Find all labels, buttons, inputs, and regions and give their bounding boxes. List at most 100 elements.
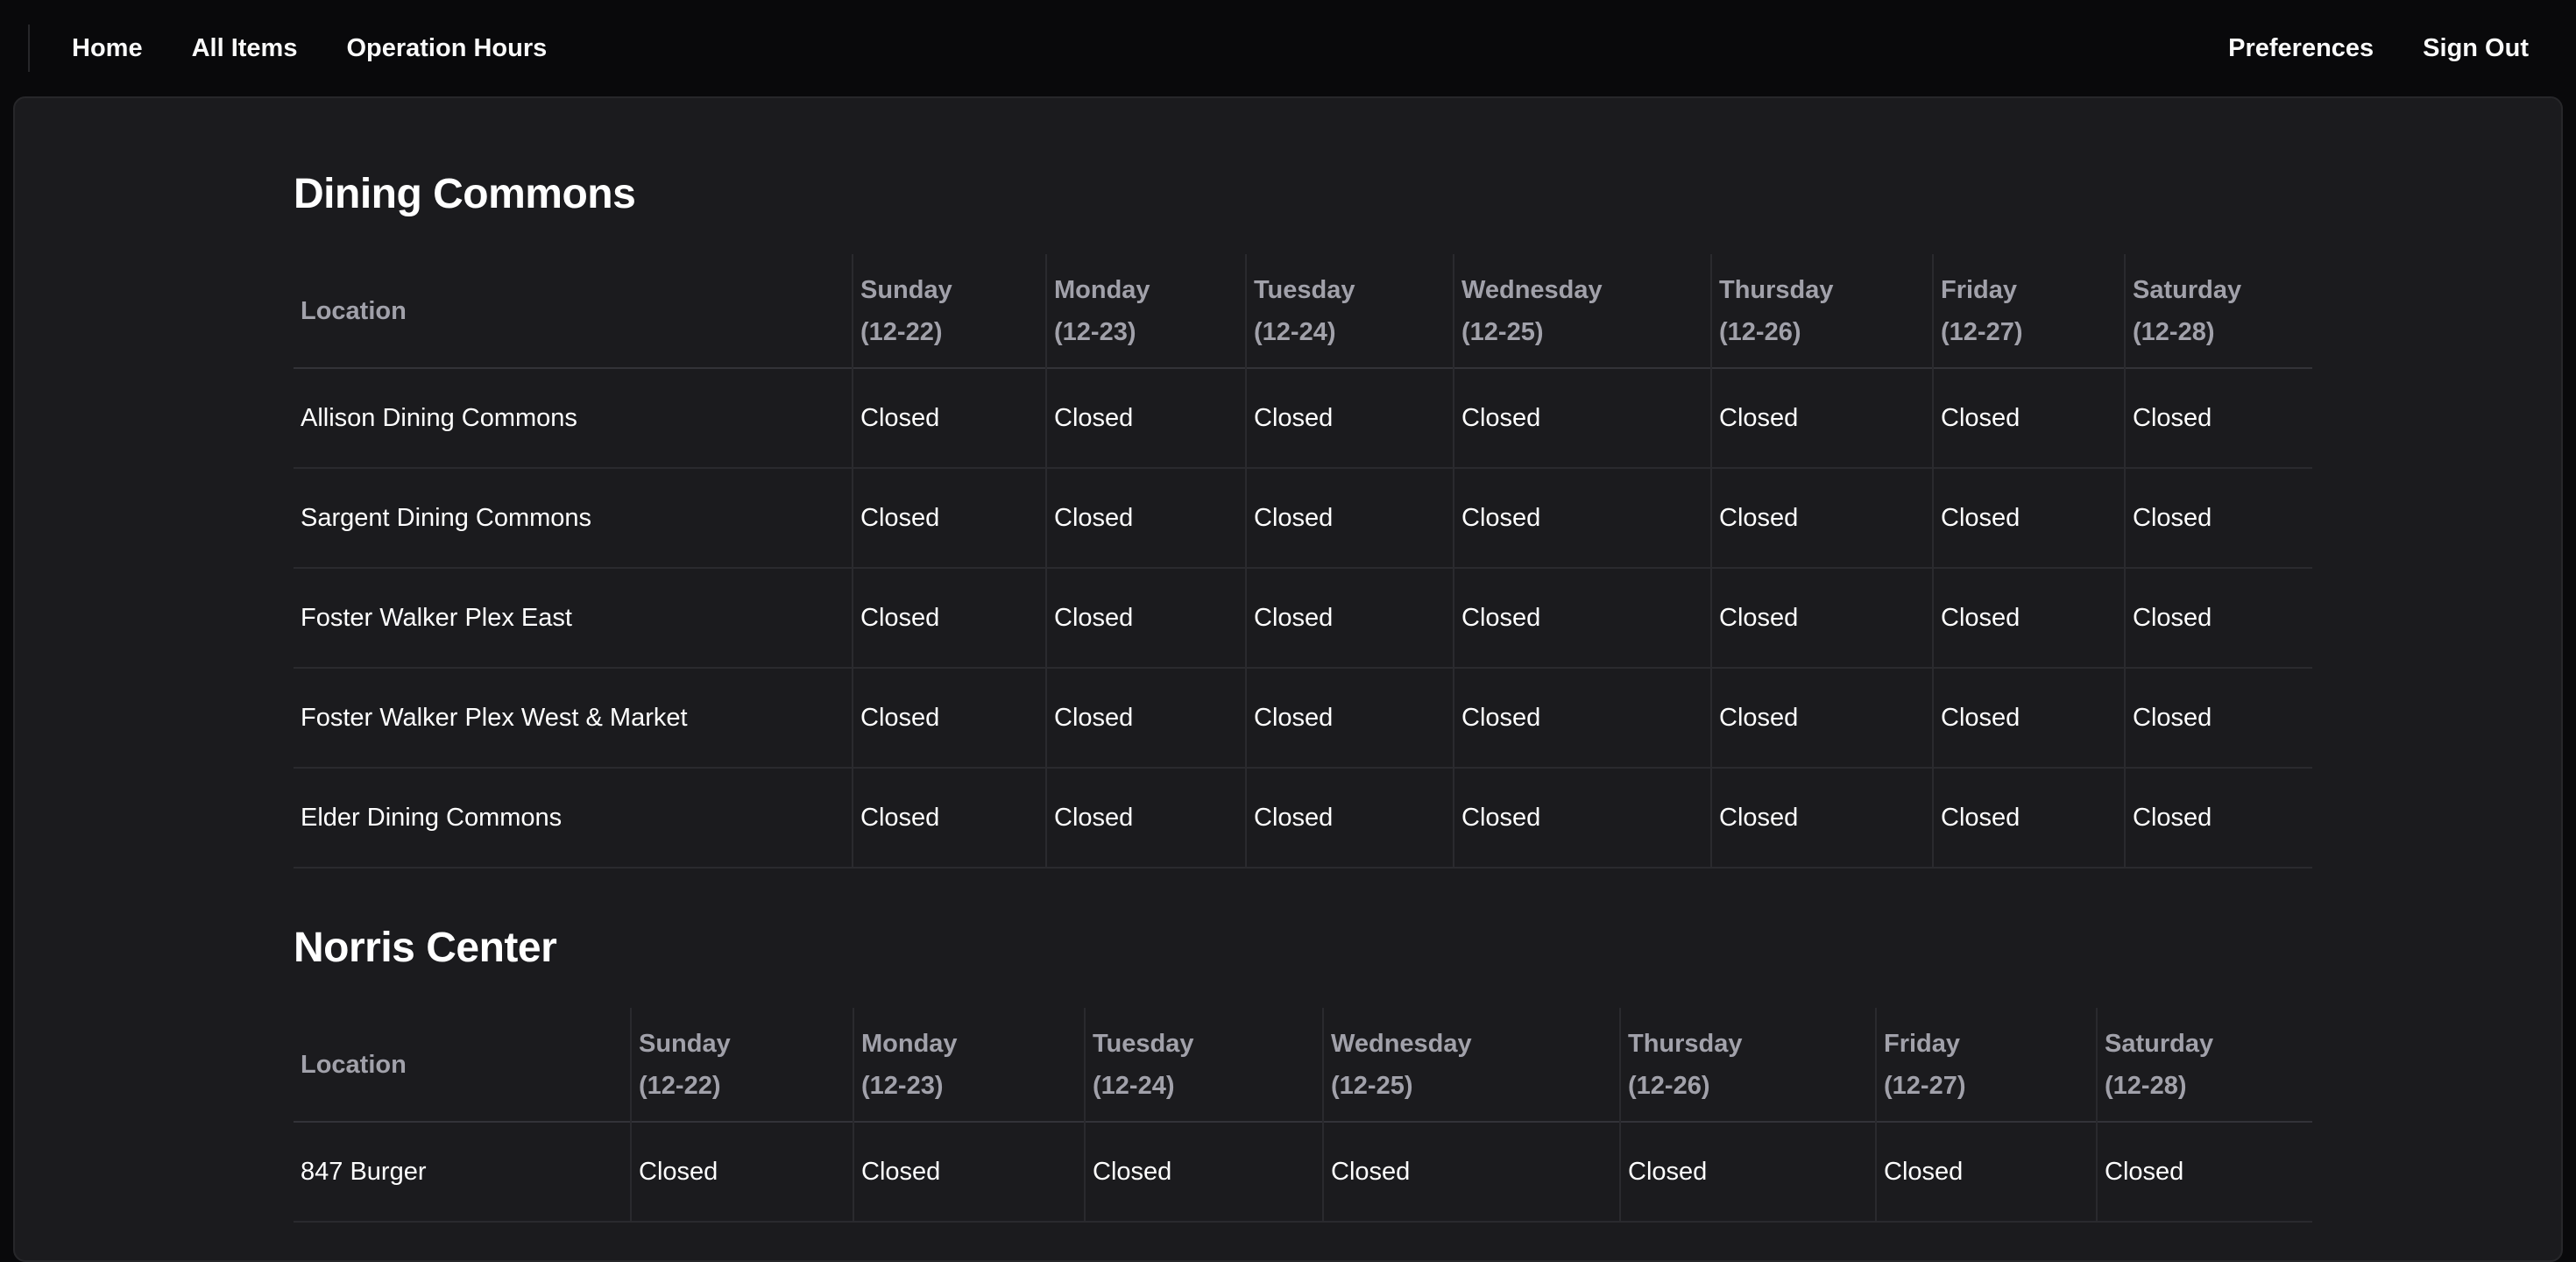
header-date: (12-22) bbox=[860, 317, 943, 346]
header-day: Monday bbox=[1054, 275, 1150, 304]
hours-cell: Closed bbox=[1245, 468, 1454, 568]
nav-right-group: Preferences Sign Out bbox=[2228, 0, 2529, 96]
header-day: Sunday bbox=[639, 1029, 731, 1058]
hours-cell: Closed bbox=[1453, 668, 1711, 768]
header-day: Saturday bbox=[2133, 275, 2242, 304]
header-date: (12-23) bbox=[1054, 317, 1136, 346]
header-date: (12-26) bbox=[1719, 317, 1801, 346]
hours-cell: Closed bbox=[1045, 768, 1246, 868]
hours-cell: Closed bbox=[1619, 1122, 1876, 1222]
column-header-thursday: Thursday (12-26) bbox=[1710, 254, 1933, 368]
table-row: Sargent Dining Commons Closed Closed Clo… bbox=[294, 468, 2312, 568]
section-title: Dining Commons bbox=[294, 171, 636, 217]
hours-cell: Closed bbox=[2124, 568, 2312, 668]
location-cell: Foster Walker Plex East bbox=[301, 603, 572, 632]
hours-cell: Closed bbox=[1875, 1122, 2097, 1222]
header-day: Sunday bbox=[860, 275, 952, 304]
table-header-row: Location Sunday (12-22) Monday (12-23) Tue… bbox=[294, 1008, 2312, 1122]
hours-cell: Closed bbox=[2124, 768, 2312, 868]
header-day: Wednesday bbox=[1331, 1029, 1472, 1058]
nav-divider bbox=[28, 25, 30, 72]
column-header-friday: Friday (12-27) bbox=[1932, 254, 2125, 368]
hours-cell: Closed bbox=[1932, 368, 2125, 468]
hours-cell: Closed bbox=[1453, 768, 1711, 868]
column-header-thursday: Thursday (12-26) bbox=[1619, 1008, 1876, 1122]
location-cell: 847 Burger bbox=[301, 1157, 427, 1186]
hours-cell: Closed bbox=[1710, 368, 1933, 468]
nav-preferences-link[interactable]: Preferences bbox=[2228, 34, 2374, 63]
section-dining-commons: Dining Commons Location Sunday (12-22) Mo… bbox=[294, 168, 2312, 869]
header-date: (12-23) bbox=[861, 1071, 944, 1100]
nav-left-group: Home All Items Operation Hours bbox=[72, 0, 547, 96]
nav-home-link[interactable]: Home bbox=[72, 34, 143, 63]
table-header-row: Location Sunday (12-22) Monday (12-23) Tue… bbox=[294, 254, 2312, 368]
hours-cell: Closed bbox=[1045, 368, 1246, 468]
header-date: (12-22) bbox=[639, 1071, 721, 1100]
location-cell: Sargent Dining Commons bbox=[301, 503, 592, 532]
nav-all-items-link[interactable]: All Items bbox=[192, 34, 298, 63]
hours-cell: Closed bbox=[852, 668, 1046, 768]
hours-table: Location Sunday (12-22) Monday (12-23) Tue… bbox=[294, 254, 2312, 869]
hours-cell: Closed bbox=[1932, 768, 2125, 868]
table-row: Foster Walker Plex West & Market Closed … bbox=[294, 668, 2312, 768]
column-header-sunday: Sunday (12-22) bbox=[852, 254, 1046, 368]
header-day: Friday bbox=[1884, 1029, 1961, 1058]
hours-cell: Closed bbox=[1245, 568, 1454, 668]
hours-cell: Closed bbox=[1045, 668, 1246, 768]
header-date: (12-28) bbox=[2105, 1071, 2187, 1100]
location-cell: Foster Walker Plex West & Market bbox=[301, 703, 688, 732]
hours-cell: Closed bbox=[2124, 468, 2312, 568]
column-header-tuesday: Tuesday (12-24) bbox=[1084, 1008, 1323, 1122]
column-header-monday: Monday (12-23) bbox=[1045, 254, 1246, 368]
table-row: Foster Walker Plex East Closed Closed Cl… bbox=[294, 568, 2312, 668]
hours-cell: Closed bbox=[1245, 768, 1454, 868]
hours-cell: Closed bbox=[1453, 568, 1711, 668]
column-header-sunday: Sunday (12-22) bbox=[630, 1008, 853, 1122]
hours-cell: Closed bbox=[2124, 668, 2312, 768]
header-date: (12-24) bbox=[1093, 1071, 1175, 1100]
header-day: Wednesday bbox=[1461, 275, 1603, 304]
hours-cell: Closed bbox=[1932, 568, 2125, 668]
hours-cell: Closed bbox=[852, 768, 1046, 868]
section-norris-center: Norris Center Location Sunday (12-22) Mon… bbox=[294, 922, 2312, 1223]
header-date: (12-25) bbox=[1461, 317, 1544, 346]
hours-cell: Closed bbox=[852, 568, 1046, 668]
hours-cell: Closed bbox=[852, 368, 1046, 468]
header-date: (12-26) bbox=[1628, 1071, 1710, 1100]
hours-cell: Closed bbox=[2096, 1122, 2312, 1222]
hours-cell: Closed bbox=[1245, 668, 1454, 768]
header-day: Friday bbox=[1941, 275, 2018, 304]
hours-cell: Closed bbox=[1453, 368, 1711, 468]
table-row: Allison Dining Commons Closed Closed Clo… bbox=[294, 368, 2312, 468]
hours-cell: Closed bbox=[1045, 568, 1246, 668]
header-date: (12-24) bbox=[1254, 317, 1336, 346]
table-row: 847 Burger Closed Closed Closed Closed C… bbox=[294, 1122, 2312, 1222]
header-day: Saturday bbox=[2105, 1029, 2214, 1058]
location-cell: Allison Dining Commons bbox=[301, 403, 577, 432]
main-panel: Dining Commons Location Sunday (12-22) Mo… bbox=[13, 96, 2563, 1262]
header-day: Monday bbox=[861, 1029, 958, 1058]
column-header-wednesday: Wednesday (12-25) bbox=[1453, 254, 1711, 368]
column-header-location: Location bbox=[301, 1050, 407, 1079]
hours-cell: Closed bbox=[1710, 668, 1933, 768]
nav-operation-hours-link[interactable]: Operation Hours bbox=[346, 34, 547, 63]
column-header-friday: Friday (12-27) bbox=[1875, 1008, 2097, 1122]
section-title: Norris Center bbox=[294, 925, 557, 971]
header-day: Tuesday bbox=[1093, 1029, 1194, 1058]
hours-cell: Closed bbox=[630, 1122, 853, 1222]
hours-cell: Closed bbox=[1084, 1122, 1323, 1222]
hours-cell: Closed bbox=[1045, 468, 1246, 568]
location-cell: Elder Dining Commons bbox=[301, 803, 563, 832]
top-nav-bar: Home All Items Operation Hours Preferenc… bbox=[0, 0, 2576, 96]
hours-cell: Closed bbox=[1453, 468, 1711, 568]
nav-sign-out-link[interactable]: Sign Out bbox=[2423, 34, 2529, 63]
hours-cell: Closed bbox=[1245, 368, 1454, 468]
header-date: (12-25) bbox=[1331, 1071, 1413, 1100]
hours-cell: Closed bbox=[1932, 668, 2125, 768]
hours-cell: Closed bbox=[853, 1122, 1085, 1222]
hours-cell: Closed bbox=[1710, 468, 1933, 568]
hours-table: Location Sunday (12-22) Monday (12-23) Tue… bbox=[294, 1008, 2312, 1223]
column-header-monday: Monday (12-23) bbox=[853, 1008, 1085, 1122]
column-header-saturday: Saturday (12-28) bbox=[2124, 254, 2312, 368]
hours-cell: Closed bbox=[1710, 568, 1933, 668]
